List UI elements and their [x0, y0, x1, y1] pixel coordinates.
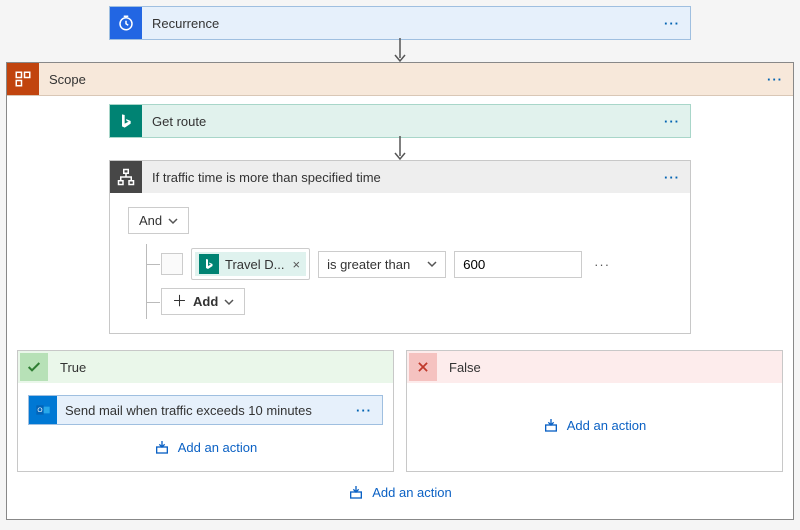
trigger-title: Recurrence [142, 16, 654, 31]
arrow-connector [6, 40, 794, 62]
add-condition-button[interactable]: ＋ Add [161, 288, 245, 315]
chip-label: Travel D... [225, 257, 284, 272]
scope-title: Scope [39, 72, 757, 87]
group-op-label: And [139, 213, 162, 228]
branch-false-header[interactable]: False [407, 351, 782, 383]
send-mail-title: Send mail when traffic exceeds 10 minute… [57, 397, 346, 424]
bing-icon [110, 105, 142, 137]
condition-add-row: ＋ Add [147, 284, 672, 319]
row-menu[interactable]: ··· [590, 257, 614, 272]
action-send-mail[interactable]: O Send mail when traffic exceeds 10 minu… [28, 395, 383, 425]
scope-container: Scope ··· Get route ··· [6, 62, 794, 520]
x-icon [409, 353, 437, 381]
branch-true-label: True [50, 360, 393, 375]
chevron-down-icon [427, 259, 437, 269]
add-action-false[interactable]: Add an action [543, 417, 647, 433]
condition-icon [110, 161, 142, 193]
operand-chip[interactable]: Travel D... × [191, 248, 310, 280]
add-action-label: Add an action [178, 440, 258, 455]
get-route-title: Get route [142, 114, 654, 129]
branch-false: False Add an action [406, 350, 783, 472]
add-action-true[interactable]: Add an action [154, 439, 258, 455]
value-input[interactable] [454, 251, 582, 278]
operator-label: is greater than [327, 257, 410, 272]
branch-false-label: False [439, 360, 782, 375]
condition-title: If traffic time is more than specified t… [142, 170, 654, 185]
scope-menu[interactable]: ··· [757, 72, 793, 87]
operator-select[interactable]: is greater than [318, 251, 446, 278]
outlook-icon: O [29, 396, 57, 424]
action-get-route[interactable]: Get route ··· [109, 104, 691, 138]
check-icon [20, 353, 48, 381]
add-action-label: Add an action [372, 485, 452, 500]
get-route-menu[interactable]: ··· [654, 114, 690, 129]
row-drag-handle[interactable] [161, 253, 183, 275]
add-action-icon [543, 417, 559, 433]
add-label: Add [193, 294, 218, 309]
condition-menu[interactable]: ··· [654, 170, 690, 185]
trigger-menu[interactable]: ··· [654, 16, 690, 31]
add-action-scope[interactable]: Add an action [348, 484, 452, 500]
add-action-icon [154, 439, 170, 455]
condition-card: If traffic time is more than specified t… [109, 160, 691, 334]
chevron-down-icon [224, 297, 234, 307]
svg-text:O: O [37, 407, 42, 414]
condition-row: Travel D... × is greater than ··· [147, 244, 672, 284]
clock-icon [110, 7, 142, 39]
arrow-connector [17, 138, 783, 160]
branch-true: True O Send mail when traffic exceeds 10… [17, 350, 394, 472]
trigger-recurrence[interactable]: Recurrence ··· [109, 6, 691, 40]
plus-icon: ＋ [172, 294, 187, 309]
bing-icon [199, 254, 219, 274]
condition-group-operator[interactable]: And [128, 207, 189, 234]
condition-header[interactable]: If traffic time is more than specified t… [110, 161, 690, 193]
add-action-icon [348, 484, 364, 500]
add-action-label: Add an action [567, 418, 647, 433]
send-mail-menu[interactable]: ··· [346, 403, 382, 418]
chevron-down-icon [168, 216, 178, 226]
chip-remove[interactable]: × [290, 257, 302, 272]
scope-header[interactable]: Scope ··· [7, 63, 793, 96]
branch-true-header[interactable]: True [18, 351, 393, 383]
scope-icon [7, 63, 39, 95]
